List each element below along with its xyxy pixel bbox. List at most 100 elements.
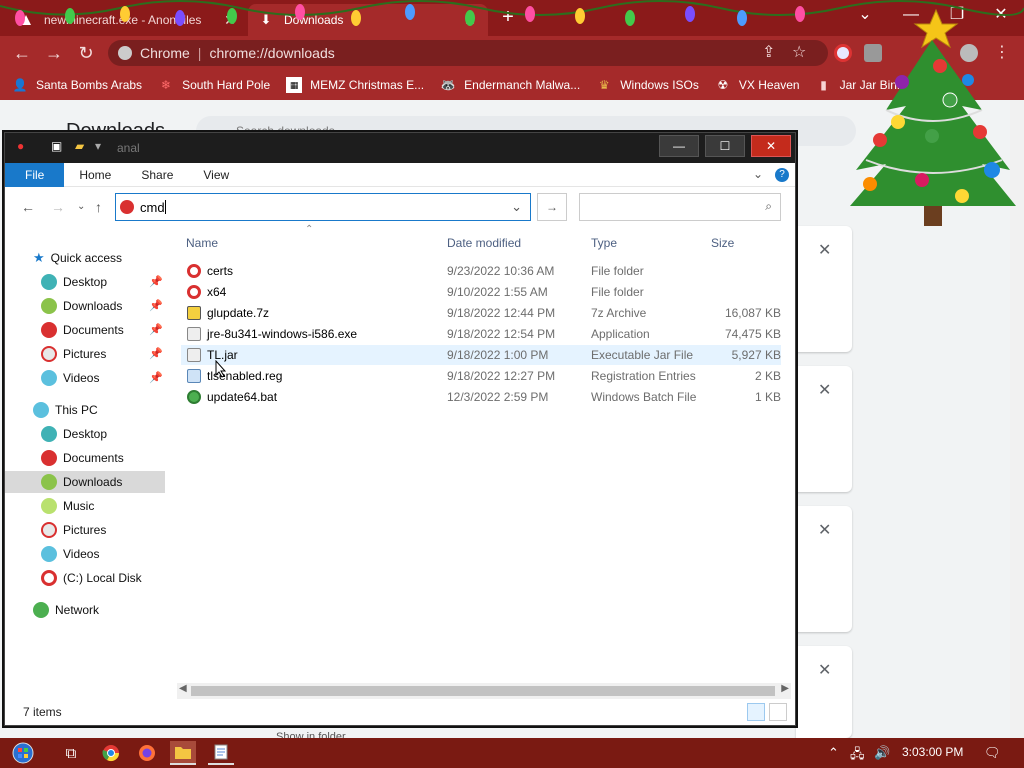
nav-pc-music[interactable]: Music	[5, 495, 165, 517]
bookmark-santa-bombs-arabs[interactable]: 👤 Santa Bombs Arabs	[12, 77, 143, 93]
bookmark-star-icon[interactable]: ☆	[792, 42, 806, 62]
file-explorer-icon[interactable]	[170, 741, 196, 765]
explorer-close-button[interactable]: ✕	[751, 135, 791, 157]
new-folder-icon[interactable]: ▰	[75, 139, 84, 153]
explorer-maximize-button[interactable]: ☐	[705, 135, 745, 157]
nav-qa-pictures[interactable]: Pictures	[5, 343, 165, 365]
help-icon[interactable]: ?	[775, 168, 789, 182]
customize-toolbar-icon[interactable]: ▾	[95, 139, 101, 153]
details-view-icon[interactable]	[747, 703, 765, 721]
tab-downloads[interactable]: ⬇ Downloads ✕	[248, 4, 488, 36]
task-view-icon[interactable]: ⧉	[58, 741, 84, 765]
nav-qa-desktop[interactable]: Desktop	[5, 271, 165, 293]
folder-ornament-icon	[187, 264, 201, 281]
bookmark-endermanch[interactable]: 🦝 Endermanch Malwa...	[440, 77, 581, 93]
file-row-glupdate[interactable]: glupdate.7z 9/18/2022 12:44 PM 7z Archiv…	[181, 303, 781, 323]
scroll-right-icon[interactable]: ▶	[781, 683, 789, 694]
pin-icon[interactable]: 📌	[149, 275, 163, 288]
file-row-x64[interactable]: x64 9/10/2022 1:55 AM File folder	[181, 282, 781, 302]
column-type[interactable]: Type	[591, 236, 617, 250]
nav-this-pc[interactable]: This PC	[5, 399, 165, 421]
close-tab-icon[interactable]: ✕	[462, 12, 478, 29]
up-arrow-icon[interactable]: ↑	[95, 199, 102, 215]
file-row-tl-jar[interactable]: TL.jar 9/18/2022 1:00 PM Executable Jar …	[181, 345, 781, 365]
tab-share[interactable]: Share	[126, 163, 188, 187]
tab-home[interactable]: Home	[64, 163, 126, 187]
nav-network[interactable]: Network	[5, 599, 165, 621]
bookmark-memz[interactable]: ▦ MEMZ Christmas E...	[286, 77, 424, 93]
remove-download-icon[interactable]: ✕	[818, 240, 831, 260]
back-arrow-icon[interactable]: ←	[6, 38, 38, 68]
share-icon[interactable]: ⇪	[762, 42, 775, 62]
archive-icon	[187, 306, 201, 323]
horizontal-scrollbar[interactable]: ◀ ▶	[177, 683, 791, 699]
forward-arrow-icon[interactable]: →	[51, 199, 65, 215]
bookmark-windows-isos[interactable]: ♛ Windows ISOs	[596, 77, 699, 93]
start-icon[interactable]	[10, 741, 36, 765]
large-icons-view-icon[interactable]	[769, 703, 787, 721]
tab-view[interactable]: View	[188, 163, 244, 187]
remove-download-icon[interactable]: ✕	[818, 380, 831, 400]
explorer-search-input[interactable]: ⌕	[579, 193, 781, 221]
pin-icon[interactable]: 📌	[149, 347, 163, 360]
nav-pc-videos[interactable]: Videos	[5, 543, 165, 565]
pin-icon[interactable]: 📌	[149, 371, 163, 384]
file-row-certs[interactable]: certs 9/23/2022 10:36 AM File folder	[181, 261, 781, 281]
new-tab-button[interactable]: +	[498, 7, 518, 28]
properties-icon[interactable]: ▣	[51, 139, 62, 153]
nav-pc-desktop[interactable]: Desktop	[5, 423, 165, 445]
volume-icon[interactable]: 🔊	[874, 745, 890, 761]
pin-icon[interactable]: 📌	[149, 323, 163, 336]
address-bar-input[interactable]: cmd ⌄	[115, 193, 531, 221]
file-row-update64[interactable]: update64.bat 12/3/2022 2:59 PM Windows B…	[181, 387, 781, 407]
notepad-icon[interactable]	[208, 741, 234, 765]
nav-qa-documents[interactable]: Documents	[5, 319, 165, 341]
pin-icon[interactable]: 📌	[149, 299, 163, 312]
documents-ornament-icon	[41, 322, 57, 338]
column-date-modified[interactable]: Date modified	[447, 236, 521, 250]
recent-locations-icon[interactable]: ⌄	[77, 201, 85, 212]
anonfiles-icon	[18, 12, 34, 28]
back-arrow-icon[interactable]: ←	[21, 199, 35, 215]
reload-icon[interactable]: ↻	[70, 38, 102, 68]
videos-ornament-icon	[41, 546, 57, 562]
bookmark-south-hard-pole[interactable]: ❄ South Hard Pole	[158, 77, 270, 93]
close-tab-icon[interactable]: ✕	[222, 12, 238, 29]
sort-up-icon: ⌃	[305, 224, 314, 235]
tab-anonfiles[interactable]: newminecraft.exe - AnonFiles ✕	[8, 4, 248, 36]
file-row-tlsenabled[interactable]: tlsenabled.reg 9/18/2022 12:27 PM Regist…	[181, 366, 781, 386]
network-tray-icon[interactable]: 🖧	[850, 745, 865, 767]
remove-download-icon[interactable]: ✕	[818, 660, 831, 680]
firefox-icon[interactable]	[134, 741, 160, 765]
nav-pc-local-disk[interactable]: (C:) Local Disk	[5, 567, 165, 589]
explorer-minimize-button[interactable]: —	[659, 135, 699, 157]
notifications-icon[interactable]: 🗨	[984, 745, 1001, 761]
scrollbar-thumb[interactable]	[191, 686, 775, 696]
column-name[interactable]: Name	[186, 236, 218, 250]
app-ornament-icon: ●	[17, 139, 25, 153]
bookmark-vx-heaven[interactable]: ☢ VX Heaven	[715, 77, 800, 93]
nav-qa-downloads[interactable]: Downloads	[5, 295, 165, 317]
chrome-icon[interactable]	[98, 741, 124, 765]
forward-arrow-icon[interactable]: →	[38, 38, 70, 68]
tab-file[interactable]: File	[5, 162, 65, 187]
address-dropdown-icon[interactable]: ⌄	[511, 199, 522, 215]
expand-ribbon-icon[interactable]: ⌄	[753, 167, 763, 181]
remove-download-icon[interactable]: ✕	[818, 520, 831, 540]
nav-pc-documents[interactable]: Documents	[5, 447, 165, 469]
nav-pc-downloads[interactable]: Downloads	[5, 471, 165, 493]
nav-qa-videos[interactable]: Videos	[5, 367, 165, 389]
file-row-jre[interactable]: jre-8u341-windows-i586.exe 9/18/2022 12:…	[181, 324, 781, 344]
go-arrow-button[interactable]: →	[537, 193, 567, 221]
nav-quick-access[interactable]: ★ Quick access	[5, 247, 165, 269]
nav-pc-pictures[interactable]: Pictures	[5, 519, 165, 541]
file-type: Executable Jar File	[591, 348, 694, 362]
column-size[interactable]: Size	[711, 236, 734, 250]
taskbar-clock[interactable]: 3:03:00 PM	[902, 745, 963, 759]
show-in-folder-link[interactable]: Show in folder	[276, 731, 346, 738]
show-hidden-icons-icon[interactable]: ⌃	[828, 745, 839, 761]
pictures-ornament-icon	[41, 522, 57, 538]
omnibox[interactable]: Chrome | chrome://downloads	[108, 40, 828, 66]
bookmark-label: South Hard Pole	[182, 78, 271, 92]
scroll-left-icon[interactable]: ◀	[179, 683, 187, 694]
